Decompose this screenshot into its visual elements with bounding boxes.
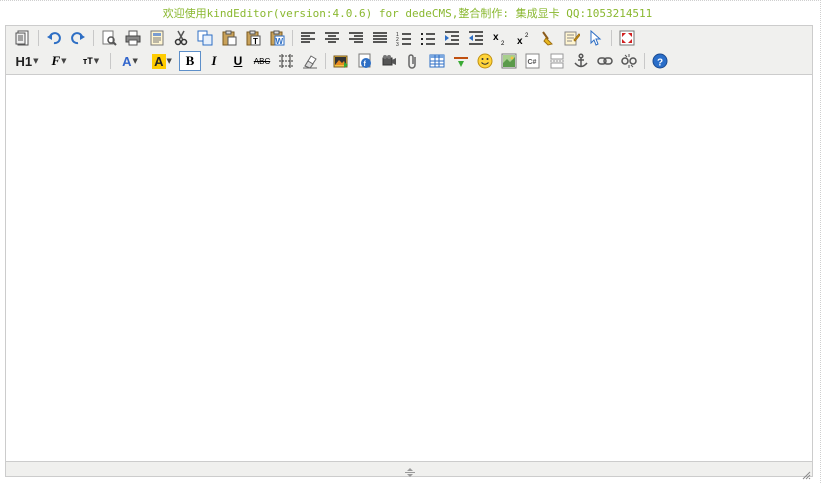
cut-icon[interactable] (170, 28, 192, 48)
select-all-icon[interactable] (585, 28, 607, 48)
svg-text:3: 3 (396, 42, 399, 46)
svg-text:?: ? (657, 58, 663, 69)
highlight-color-icon[interactable]: A ▼ (147, 51, 177, 71)
copy-icon[interactable] (194, 28, 216, 48)
clear-html-icon[interactable] (537, 28, 559, 48)
remove-format-icon[interactable] (299, 51, 321, 71)
font-color-label: A (122, 53, 132, 69)
italic-label: I (211, 53, 217, 68)
align-justify-icon[interactable] (369, 28, 391, 48)
svg-text:2: 2 (501, 41, 505, 46)
toolbar-separator (611, 30, 612, 46)
font-size-label: тT (82, 56, 93, 66)
align-right-icon[interactable] (345, 28, 367, 48)
bold-icon[interactable]: B (179, 51, 201, 71)
quick-format-icon[interactable] (561, 28, 583, 48)
toolbar-row-2: H1 ▼ F ▼ тT ▼ A ▼ A ▼ B I U ABC f C#? (12, 50, 673, 72)
vertical-resize-handle-icon[interactable] (403, 463, 417, 477)
page-break-icon[interactable] (546, 51, 568, 71)
bold-label: B (185, 53, 195, 68)
editor-statusbar (6, 461, 812, 480)
baidu-map-icon[interactable] (498, 51, 520, 71)
image-icon[interactable] (330, 51, 352, 71)
line-height-icon[interactable] (275, 51, 297, 71)
subscript-icon[interactable]: x2 (489, 28, 511, 48)
underline-icon[interactable]: U (227, 51, 249, 71)
svg-text:C#: C# (528, 59, 537, 66)
template-icon[interactable] (146, 28, 168, 48)
toolbar-separator (644, 53, 645, 69)
editor-content-area[interactable] (6, 75, 812, 462)
italic-icon[interactable]: I (203, 51, 225, 71)
heading-label: H1 (15, 53, 33, 69)
help-icon[interactable]: ? (649, 51, 671, 71)
code-icon[interactable]: C# (522, 51, 544, 71)
source-icon[interactable] (12, 28, 34, 48)
toolbar-separator (325, 53, 326, 69)
fullscreen-icon[interactable] (616, 28, 638, 48)
attachment-icon[interactable] (402, 51, 424, 71)
toolbar-separator (292, 30, 293, 46)
preview-icon[interactable] (98, 28, 120, 48)
align-left-icon[interactable] (297, 28, 319, 48)
outdent-icon[interactable] (465, 28, 487, 48)
strikethrough-icon[interactable]: ABC (251, 51, 273, 71)
media-icon[interactable] (378, 51, 400, 71)
underline-label: U (233, 54, 243, 68)
emoticons-icon[interactable] (474, 51, 496, 71)
editor-toolbar: TW123x2x2 H1 ▼ F ▼ тT ▼ A ▼ A ▼ B I U ABC f C#? (6, 26, 812, 75)
kindeditor-container: TW123x2x2 H1 ▼ F ▼ тT ▼ A ▼ A ▼ B I U ABC f C#? (5, 25, 813, 480)
strikethrough-label: ABC (253, 56, 271, 66)
font-family-icon[interactable]: F ▼ (44, 51, 74, 71)
redo-icon[interactable] (67, 28, 89, 48)
superscript-icon[interactable]: x2 (513, 28, 535, 48)
svg-text:x: x (517, 36, 523, 46)
unlink-icon[interactable] (618, 51, 640, 71)
table-icon[interactable] (426, 51, 448, 71)
corner-resize-grip-icon[interactable] (801, 465, 811, 480)
heading-icon[interactable]: H1 ▼ (12, 51, 42, 71)
highlight-color-label: A (152, 53, 166, 69)
anchor-icon[interactable] (570, 51, 592, 71)
font-size-icon[interactable]: тT ▼ (76, 51, 106, 71)
toolbar-row-1: TW123x2x2 (12, 27, 640, 49)
paste-text-icon[interactable]: T (242, 28, 264, 48)
editor-frame: 欢迎使用kindEditor(version:4.0.6) for dedeCM… (0, 0, 821, 483)
toolbar-separator (38, 30, 39, 46)
font-family-label: F (51, 53, 61, 68)
link-icon[interactable] (594, 51, 616, 71)
svg-text:T: T (253, 37, 258, 46)
paste-icon[interactable] (218, 28, 240, 48)
toolbar-separator (93, 30, 94, 46)
undo-icon[interactable] (43, 28, 65, 48)
toolbar-separator (110, 53, 111, 69)
welcome-banner: 欢迎使用kindEditor(version:4.0.6) for dedeCM… (162, 7, 653, 20)
paste-word-icon[interactable]: W (266, 28, 288, 48)
svg-text:x: x (493, 32, 499, 43)
unordered-list-icon[interactable] (417, 28, 439, 48)
svg-text:W: W (276, 37, 284, 46)
align-center-icon[interactable] (321, 28, 343, 48)
font-color-icon[interactable]: A ▼ (115, 51, 145, 71)
print-icon[interactable] (122, 28, 144, 48)
indent-icon[interactable] (441, 28, 463, 48)
ordered-list-icon[interactable]: 123 (393, 28, 415, 48)
flash-icon[interactable]: f (354, 51, 376, 71)
svg-text:2: 2 (525, 33, 529, 39)
horizontal-rule-icon[interactable] (450, 51, 472, 71)
